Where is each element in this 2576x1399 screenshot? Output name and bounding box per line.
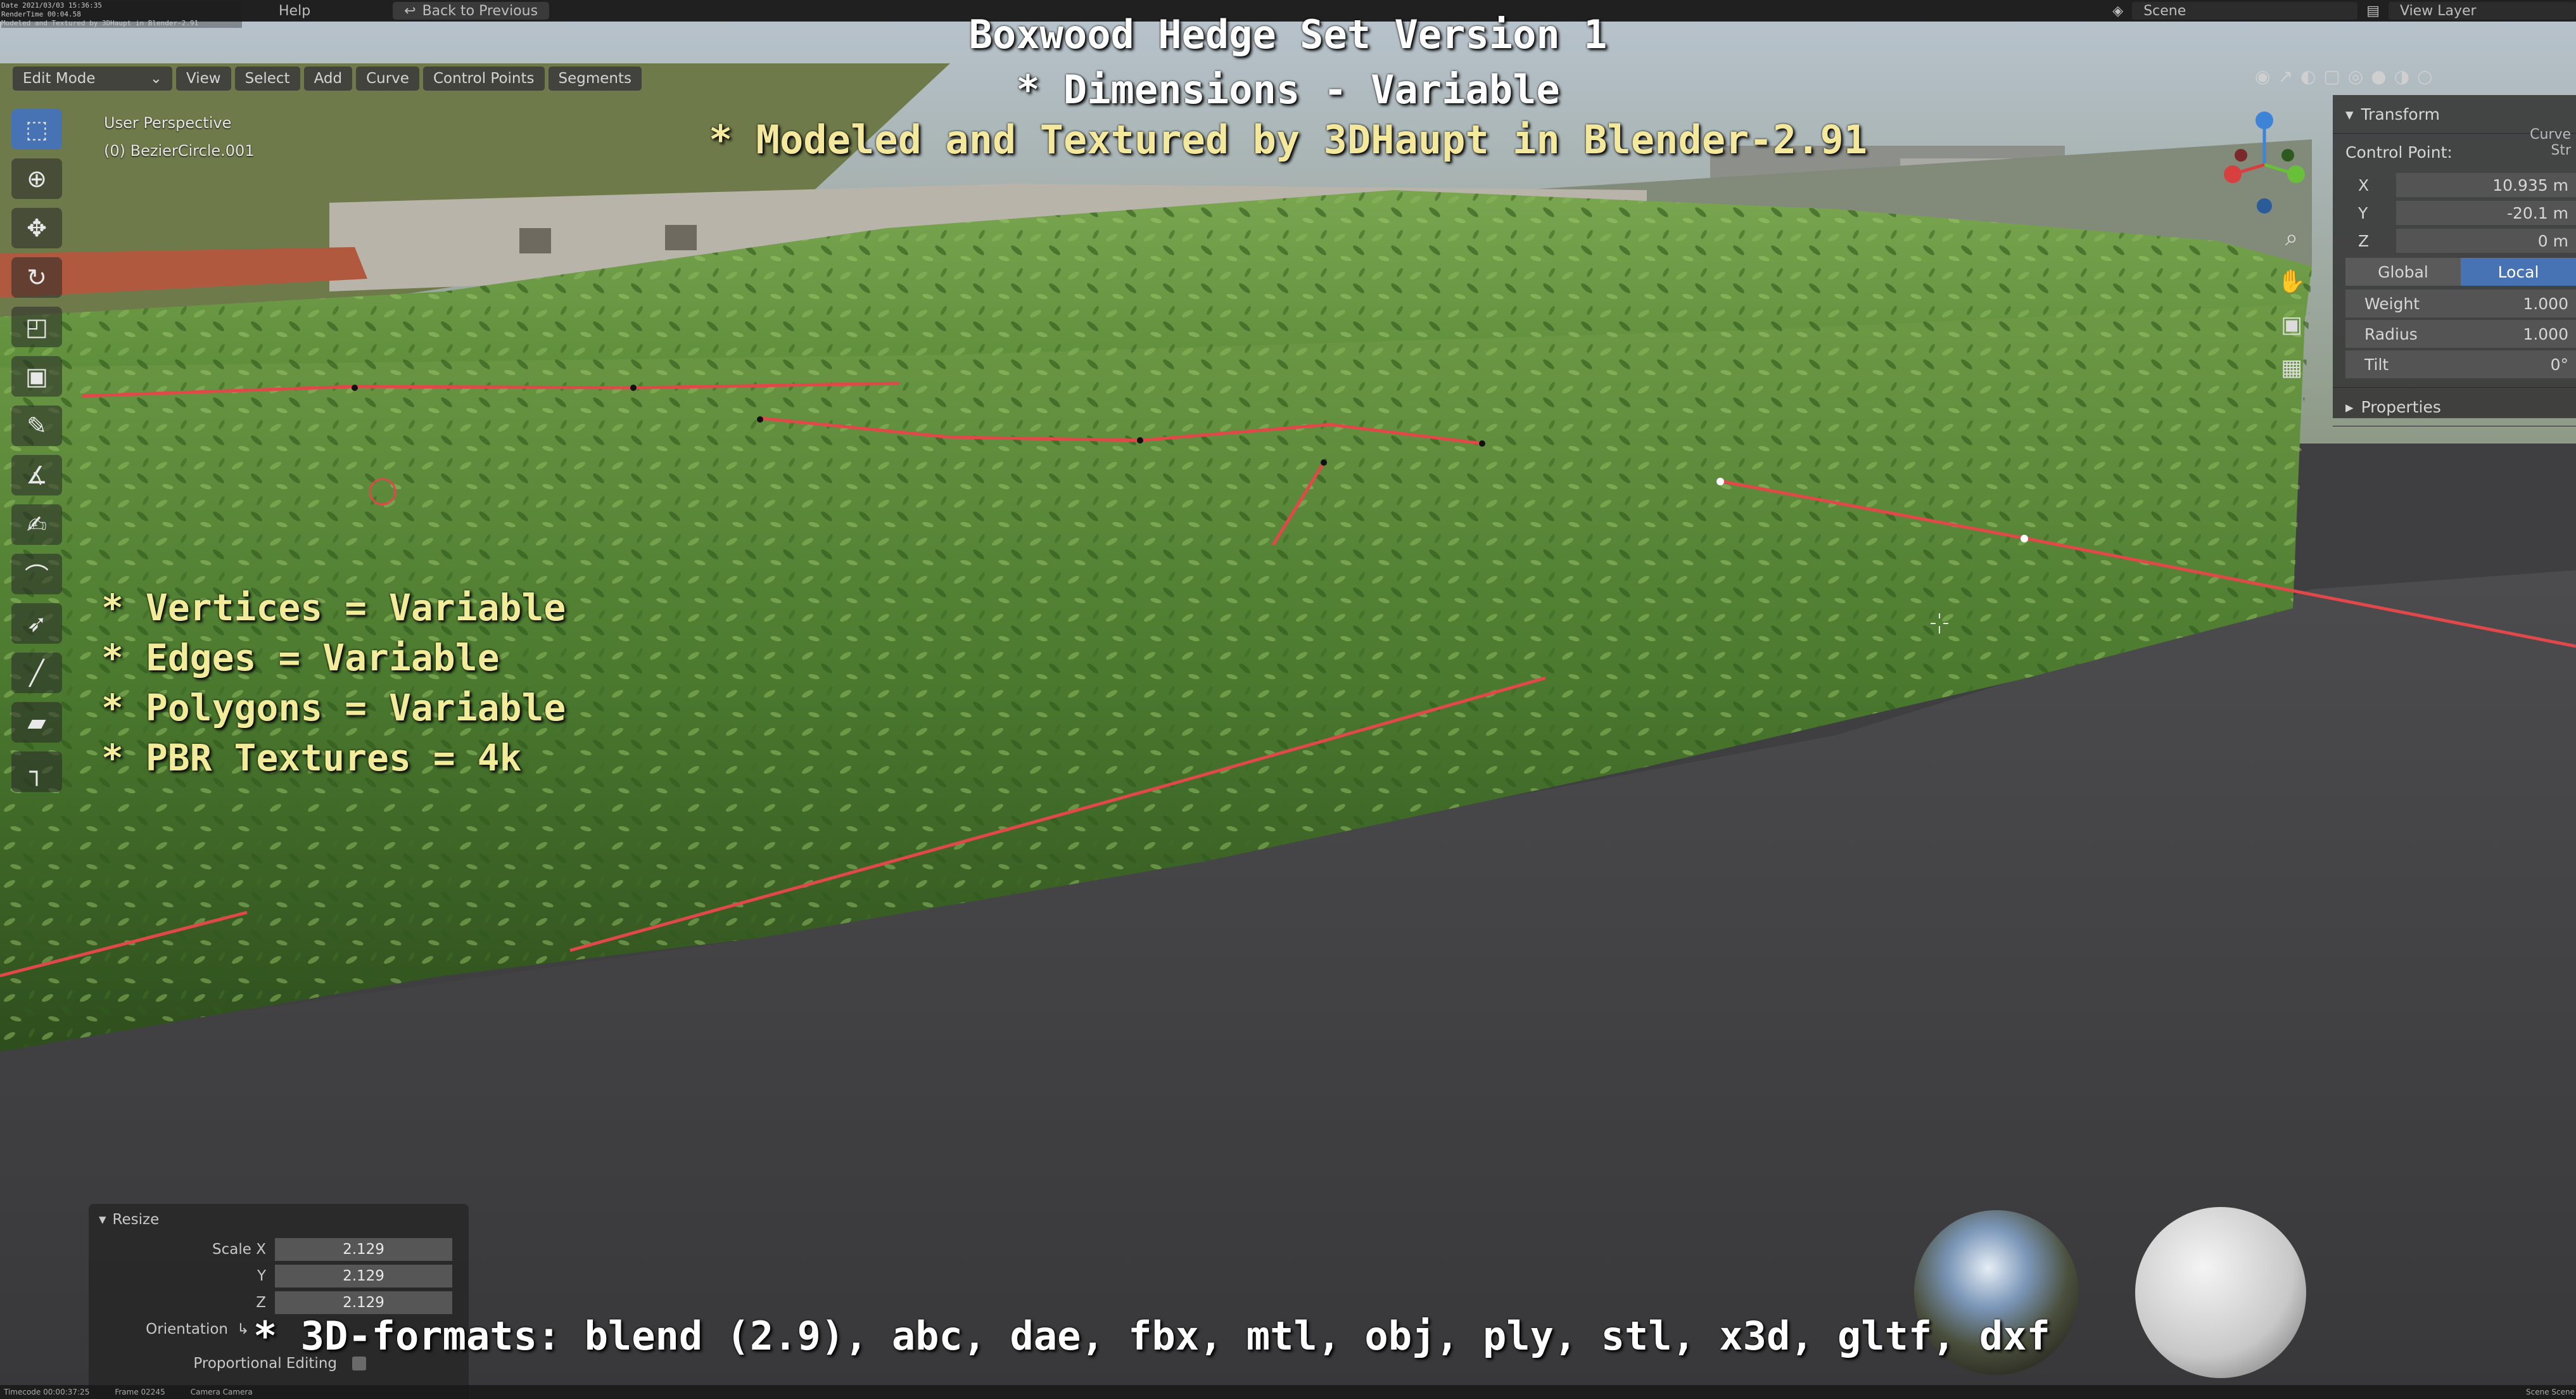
local-button[interactable]: Local	[2461, 258, 2576, 286]
scale-icon: ◰	[25, 313, 48, 341]
zoom-icon[interactable]: ⌕	[2276, 223, 2307, 253]
location-z-field[interactable]: 0 m	[2396, 229, 2576, 253]
weight-label: Weight	[2364, 294, 2420, 313]
properties-section-header[interactable]: ▸ Properties	[2333, 387, 2576, 426]
cursor-tool[interactable]: ⊕	[11, 158, 62, 199]
curve-pen-icon: ⌒	[24, 562, 49, 591]
curve-pen-tool[interactable]: ⌒	[11, 554, 62, 594]
move-icon: ✥	[27, 214, 47, 242]
extrude-icon: ➶	[27, 610, 47, 637]
y-label: Y	[2358, 203, 2368, 222]
weight-field[interactable]: Weight 1.000	[2345, 290, 2576, 317]
randomize-tool[interactable]: ┐	[11, 751, 62, 792]
scale-y-field[interactable]: 2.129	[275, 1265, 452, 1287]
radius-label: Radius	[2364, 324, 2418, 343]
annotate-tool[interactable]: ✎	[11, 406, 62, 446]
tool-shelf: ⬚ ⊕ ✥ ↻ ◰ ▣ ✎ ∡ ✍ ⌒ ➶ ╱ ▰ ┐	[11, 109, 66, 792]
tilt-label: Tilt	[2364, 355, 2389, 374]
rotate-icon: ↻	[27, 264, 47, 291]
expand-arrow-icon: ▸	[2345, 397, 2354, 416]
space-toggle: Global Local	[2345, 258, 2576, 286]
tilt-icon: ▰	[27, 708, 46, 736]
weight-value: 1.000	[2523, 294, 2568, 313]
global-button[interactable]: Global	[2345, 258, 2461, 286]
location-x-row: X 10.935 m	[2345, 172, 2576, 198]
move-tool[interactable]: ✥	[11, 208, 62, 248]
pan-hand-icon[interactable]: ✋	[2276, 266, 2307, 297]
location-y-field[interactable]: -20.1 m	[2396, 201, 2576, 225]
randomize-icon: ┐	[29, 758, 44, 786]
overlay-edges: * Edges = Variable	[101, 636, 500, 679]
resize-title: Resize	[112, 1211, 160, 1228]
transform-tool[interactable]: ▣	[11, 356, 62, 397]
overlay-formats: * 3D-formats: blend (2.9), abc, dae, fbx…	[253, 1313, 2050, 1359]
tilt-field[interactable]: Tilt 0°	[2345, 350, 2576, 378]
x-label: X	[2358, 176, 2370, 195]
measure-icon: ∡	[25, 461, 48, 489]
resize-panel-header[interactable]: ▾ Resize	[89, 1204, 469, 1236]
location-x-field[interactable]: 10.935 m	[2396, 173, 2576, 197]
orientation-label: Orientation	[146, 1321, 228, 1338]
scale-x-label: Scale X	[212, 1241, 266, 1258]
radius-field[interactable]: Radius 1.000	[2345, 320, 2576, 348]
overlay-title: Boxwood Hedge Set Version 1	[968, 11, 1608, 58]
status-bar: Timecode 00:00:37:25 Frame 02245 Camera …	[0, 1385, 2576, 1399]
cursor-icon: ⊕	[27, 165, 47, 193]
overlay-modeled-by: * Modeled and Textured by 3DHaupt in Ble…	[708, 117, 1868, 163]
rotate-tool[interactable]: ↻	[11, 257, 62, 298]
radius-value: 1.000	[2523, 324, 2568, 343]
camera-icon[interactable]: ▣	[2276, 309, 2307, 340]
overlay-vertices: * Vertices = Variable	[101, 586, 566, 629]
scene-status-label: Scene Scene	[2526, 1388, 2575, 1396]
tilt-tool[interactable]: ▰	[11, 702, 62, 743]
grid-icon[interactable]: ▦	[2276, 352, 2307, 383]
radius-icon: ╱	[29, 659, 44, 687]
overlay-textures: * PBR Textures = 4k	[101, 736, 522, 779]
location-z-row: Z 0 m	[2345, 227, 2576, 254]
tilt-value: 0°	[2550, 355, 2568, 374]
extrude-tool[interactable]: ➶	[11, 603, 62, 644]
orientation-icon[interactable]: ↳	[237, 1321, 249, 1338]
overlay-stats: * Vertices = Variable * Edges = Variable…	[101, 583, 566, 783]
overlay-polygons: * Polygons = Variable	[101, 686, 566, 729]
measure-tool[interactable]: ∡	[11, 455, 62, 495]
radius-tool[interactable]: ╱	[11, 653, 62, 693]
transform-icon: ▣	[25, 362, 48, 390]
draw-icon: ✍	[27, 511, 47, 539]
scale-y-label: Y	[257, 1268, 266, 1284]
frame-label: Frame 02245	[115, 1388, 165, 1396]
scale-z-row: Z 2.129	[89, 1290, 469, 1315]
overlay-dimensions: * Dimensions - Variable	[1016, 67, 1560, 113]
scale-z-field[interactable]: 2.129	[275, 1291, 452, 1314]
collapse-arrow-icon: ▾	[99, 1211, 106, 1228]
scale-z-label: Z	[256, 1294, 266, 1311]
scale-x-field[interactable]: 2.129	[275, 1238, 452, 1261]
properties-label: Properties	[2361, 397, 2441, 416]
annotate-icon: ✎	[27, 412, 47, 440]
camera-label: Camera Camera	[190, 1388, 253, 1396]
scale-x-row: Scale X 2.129	[89, 1237, 469, 1262]
timecode-label: Timecode 00:00:37:25	[4, 1388, 90, 1396]
stamp-date: Date 2021/03/03 15:36:35	[1, 1, 102, 10]
draw-tool[interactable]: ✍	[11, 504, 62, 545]
scale-tool[interactable]: ◰	[11, 307, 62, 347]
z-label: Z	[2358, 231, 2370, 250]
scale-y-row: Y 2.129	[89, 1263, 469, 1289]
viewport-nav-icons: ⌕ ✋ ▣ ▦	[2276, 223, 2307, 383]
resize-operator-panel: ▾ Resize Scale X 2.129 Y 2.129 Z 2.129 O…	[89, 1204, 469, 1399]
location-y-row: Y -20.1 m	[2345, 200, 2576, 226]
